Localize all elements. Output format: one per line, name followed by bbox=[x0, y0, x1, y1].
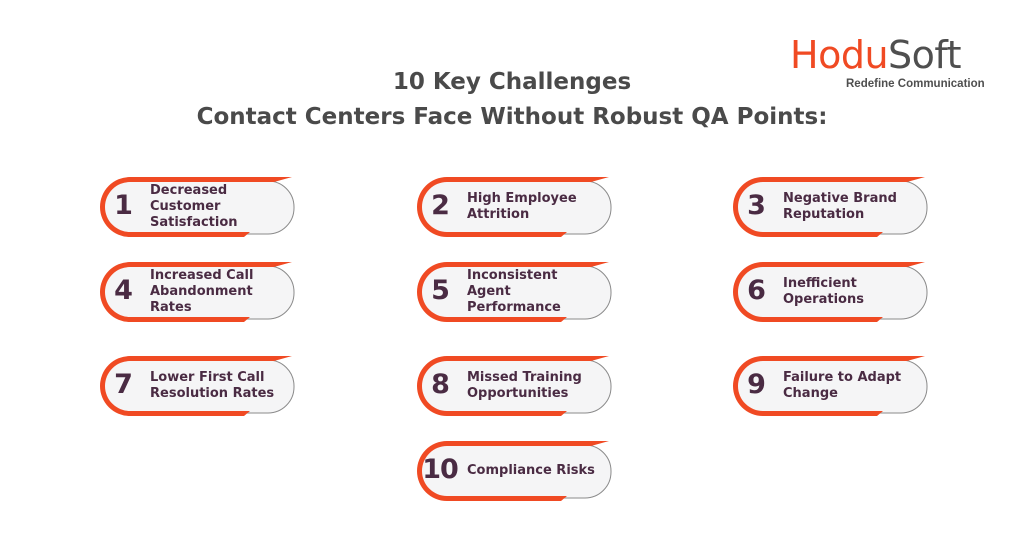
challenge-label-text: Negative Brand Reputation bbox=[783, 191, 897, 222]
page-title-line1: 10 Key Challenges bbox=[392, 69, 632, 95]
challenge-label: Increased Call Abandonment Rates bbox=[150, 261, 288, 323]
challenge-card: 9 Failure to Adapt Change bbox=[727, 355, 929, 417]
challenge-label: Failure to Adapt Change bbox=[783, 355, 921, 417]
challenge-number: 2 bbox=[431, 190, 450, 221]
challenge-number: 5 bbox=[431, 275, 450, 306]
challenge-label: Lower First Call Resolution Rates bbox=[150, 355, 288, 417]
challenge-label: High Employee Attrition bbox=[467, 176, 605, 238]
challenge-label-text: Failure to Adapt Change bbox=[783, 370, 902, 401]
challenge-label: Negative Brand Reputation bbox=[783, 176, 921, 238]
challenge-card: 8 Missed Training Opportunities bbox=[411, 355, 613, 417]
challenge-card: 3 Negative Brand Reputation bbox=[727, 176, 929, 238]
challenge-label: Inconsistent Agent Performance bbox=[467, 261, 605, 323]
challenge-number: 7 bbox=[114, 369, 133, 400]
challenge-card: 6 Inefficient Operations bbox=[727, 261, 929, 323]
challenge-card: 1 Decreased Customer Satisfaction bbox=[94, 176, 296, 238]
challenge-label-text: Decreased Customer Satisfaction bbox=[150, 183, 238, 230]
challenge-card: 4 Increased Call Abandonment Rates bbox=[94, 261, 296, 323]
challenge-number: 8 bbox=[431, 369, 450, 400]
challenge-number: 3 bbox=[747, 190, 766, 221]
challenge-card: 5 Inconsistent Agent Performance bbox=[411, 261, 613, 323]
challenge-card: 7 Lower First Call Resolution Rates bbox=[94, 355, 296, 417]
challenge-number: 6 bbox=[747, 275, 766, 306]
challenge-number: 9 bbox=[747, 369, 766, 400]
challenge-label-text: Inefficient Operations bbox=[783, 276, 864, 307]
challenge-label: Inefficient Operations bbox=[783, 261, 921, 323]
challenge-label: Compliance Risks bbox=[467, 440, 605, 502]
challenge-label-text: Compliance Risks bbox=[467, 463, 595, 478]
challenge-number: 1 bbox=[114, 190, 133, 221]
challenge-number: 4 bbox=[114, 275, 133, 306]
challenge-label-text: Missed Training Opportunities bbox=[467, 370, 582, 401]
challenge-label-text: Increased Call Abandonment Rates bbox=[150, 268, 254, 315]
challenge-card: 10 Compliance Risks bbox=[411, 440, 613, 502]
challenge-label-text: High Employee Attrition bbox=[467, 191, 577, 222]
page-title-line2: Contact Centers Face Without Robust QA P… bbox=[196, 104, 828, 130]
challenge-number: 10 bbox=[422, 454, 459, 485]
challenge-label: Missed Training Opportunities bbox=[467, 355, 605, 417]
challenge-label: Decreased Customer Satisfaction bbox=[150, 176, 288, 238]
challenge-card: 2 High Employee Attrition bbox=[411, 176, 613, 238]
challenge-label-text: Inconsistent Agent Performance bbox=[467, 268, 561, 315]
challenge-label-text: Lower First Call Resolution Rates bbox=[150, 370, 275, 401]
